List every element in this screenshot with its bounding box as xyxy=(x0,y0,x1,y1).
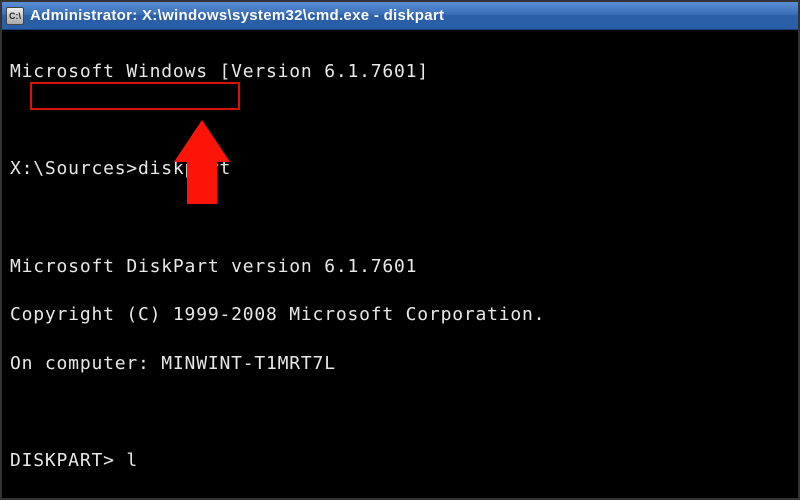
cmd-icon-label: C:\ xyxy=(9,11,21,21)
terminal-output[interactable]: Microsoft Windows [Version 6.1.7601] X:\… xyxy=(2,30,798,498)
window-frame: C:\ Administrator: X:\windows\system32\c… xyxy=(0,0,800,500)
terminal-line: On computer: MINWINT-T1MRT7L xyxy=(10,352,790,376)
window-title: Administrator: X:\windows\system32\cmd.e… xyxy=(30,7,444,24)
terminal-line: Copyright (C) 1999-2008 Microsoft Corpor… xyxy=(10,303,790,327)
terminal-prompt-line: X:\Sources>diskpart xyxy=(10,157,790,181)
terminal-line: Microsoft Windows [Version 6.1.7601] xyxy=(10,60,790,84)
terminal-blank xyxy=(10,400,790,424)
terminal-blank xyxy=(10,206,790,230)
terminal-blank xyxy=(10,109,790,133)
terminal-line: Microsoft DiskPart version 6.1.7601 xyxy=(10,255,790,279)
diskpart-prompt-line: DISKPART> l xyxy=(10,449,790,473)
titlebar[interactable]: C:\ Administrator: X:\windows\system32\c… xyxy=(2,2,798,30)
cmd-icon: C:\ xyxy=(6,7,24,25)
